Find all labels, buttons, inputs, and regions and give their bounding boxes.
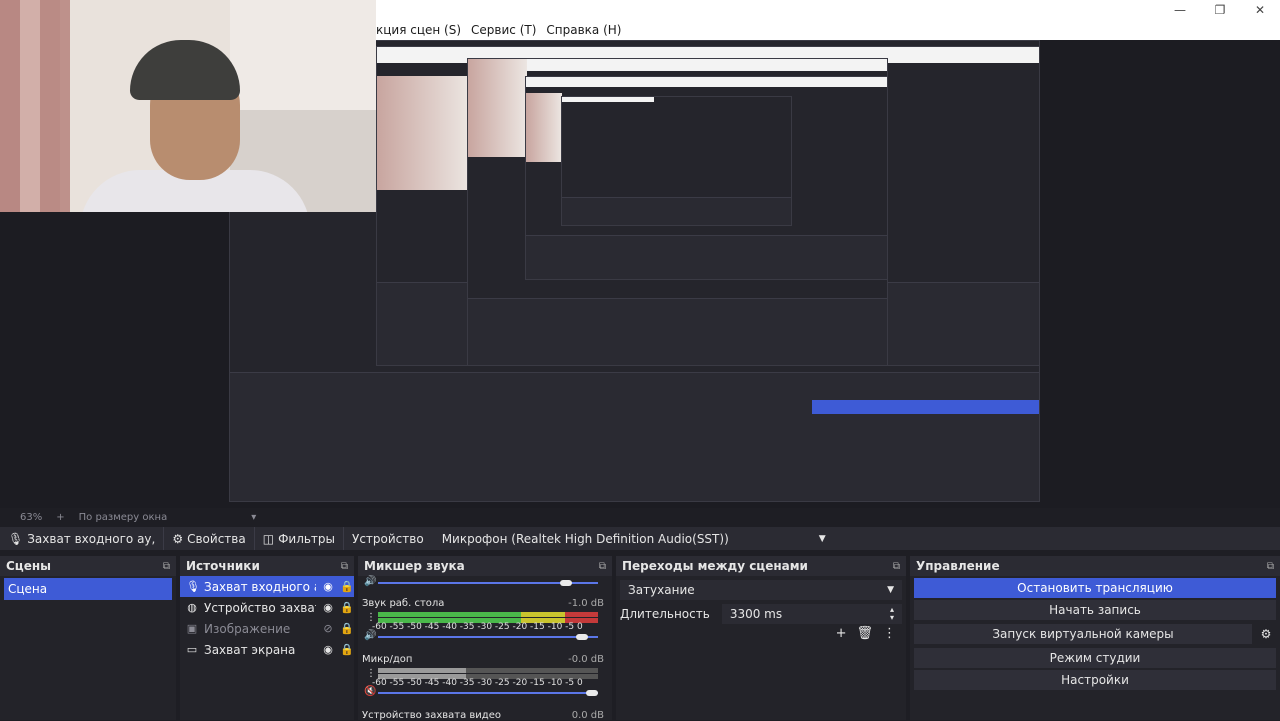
image-icon: ▣ (186, 622, 198, 635)
controls-dock: Управление ⧉ Остановить трансляцию Начат… (910, 556, 1280, 720)
speaker-icon[interactable]: 🔊 (364, 576, 376, 587)
virtual-camera-row: Запуск виртуальной камеры ⚙ (910, 622, 1280, 646)
level-meter (378, 668, 598, 673)
audio-mixer-dock: Микшер звука ⧉ 🔊 Звук раб. стола -1.0 dB… (358, 556, 612, 721)
spin-arrows-icon[interactable]: ▴ ▾ (890, 606, 894, 622)
duration-row: Длительность 3300 ms ▴ ▾ (620, 604, 902, 624)
fit-mode-select[interactable]: По размеру окна (79, 512, 168, 523)
transitions-dock: Переходы между сценами ⧉ Затухание ▼ Дли… (616, 556, 906, 720)
scenes-dock: Сцены ⧉ Сцена (0, 556, 176, 720)
properties-button[interactable]: ⚙ Свойства (163, 527, 253, 550)
zoom-plus-button[interactable]: + (56, 512, 64, 523)
mixer-track: Звук раб. стола -1.0 dB (362, 598, 604, 609)
menu-bar: кция сцен (S) Сервис (Т) Справка (Н) (376, 20, 1280, 40)
lock-icon[interactable]: 🔒 (340, 643, 354, 656)
source-item[interactable]: 🎙 Захват входного ауд ◉ 🔒 (180, 576, 354, 597)
level-meter (378, 612, 598, 617)
stop-streaming-button[interactable]: Остановить трансляцию (914, 578, 1276, 598)
filter-icon: ◫ (262, 531, 275, 546)
menu-item-scene-collection[interactable]: кция сцен (S) (376, 23, 461, 37)
camera-icon: ◍ (187, 601, 197, 614)
settings-button[interactable]: Настройки (914, 670, 1276, 690)
volume-slider[interactable] (378, 692, 598, 694)
source-item[interactable]: ◍ Устройство захвата в ◉ 🔒 (180, 597, 354, 618)
gear-icon[interactable]: ⚙ (1256, 627, 1276, 641)
webcam-overlay (0, 0, 376, 212)
trash-icon[interactable]: 🗑 (856, 626, 873, 641)
chevron-down-icon: ▼ (887, 585, 894, 595)
lock-icon[interactable]: 🔒 (340, 601, 354, 614)
eye-icon[interactable]: ◉ (322, 601, 334, 614)
transition-select[interactable]: Затухание ▼ (620, 580, 902, 600)
preview-status-bar: 63% + По размеру окна ▾ (0, 508, 1280, 526)
volume-slider[interactable] (378, 636, 598, 638)
menu-item-help[interactable]: Справка (Н) (546, 23, 621, 37)
mic-icon: 🎙 (186, 580, 200, 593)
mixer-track: Микр/доп -0.0 dB (362, 654, 604, 665)
undock-icon[interactable]: ⧉ (163, 561, 170, 572)
monitor-icon: ▭ (186, 643, 198, 656)
undock-icon[interactable]: ⧉ (599, 561, 606, 572)
zoom-level: 63% (20, 511, 43, 523)
scene-item[interactable]: Сцена (4, 578, 172, 600)
lock-icon[interactable]: 🔒 (340, 580, 354, 593)
filters-button[interactable]: ◫ Фильтры (253, 527, 343, 550)
chevron-down-icon[interactable]: ▾ (251, 512, 256, 523)
source-item[interactable]: ▣ Изображение ⊘ 🔒 (180, 618, 354, 639)
volume-knob[interactable] (560, 580, 572, 586)
meter-scale: -60 -55 -50 -45 -40 -35 -30 -25 -20 -15 … (372, 678, 583, 688)
source-item[interactable]: ▭ Захват экрана ◉ 🔒 (180, 639, 354, 660)
add-icon[interactable]: + (836, 626, 847, 641)
volume-knob[interactable] (576, 634, 588, 640)
source-toolbar: 🎙 Захват входного ау, ⚙ Свойства ◫ Фильт… (0, 527, 1280, 550)
selected-source: 🎙 Захват входного ау, (8, 531, 156, 546)
controls-title: Управление ⧉ (910, 556, 1280, 576)
start-recording-button[interactable]: Начать запись (914, 600, 1276, 620)
eye-icon[interactable]: ◉ (322, 580, 334, 593)
menu-dots-icon[interactable]: ⋮ (883, 626, 896, 641)
mute-icon[interactable]: 🔇 (364, 686, 376, 697)
nested-preview-5 (561, 96, 792, 226)
mixer-track: Устройство захвата видео 0.0 dB (362, 710, 604, 721)
close-button[interactable]: ✕ (1240, 0, 1280, 20)
start-virtual-camera-button[interactable]: Запуск виртуальной камеры (914, 624, 1252, 644)
maximize-button[interactable]: ❐ (1200, 0, 1240, 20)
lock-icon[interactable]: 🔒 (340, 622, 354, 635)
mic-icon: 🎙 (8, 531, 24, 546)
device-select[interactable]: Микрофон (Realtek High Definition Audio(… (435, 528, 832, 549)
transition-actions: + 🗑 ⋮ (836, 626, 896, 641)
duration-spinbox[interactable]: 3300 ms ▴ ▾ (721, 604, 902, 624)
device-label: Устройство (343, 527, 432, 550)
eye-hidden-icon[interactable]: ⊘ (322, 622, 334, 635)
studio-mode-button[interactable]: Режим студии (914, 648, 1276, 668)
undock-icon[interactable]: ⧉ (1267, 561, 1274, 572)
menu-item-tools[interactable]: Сервис (Т) (471, 23, 536, 37)
transitions-title: Переходы между сценами ⧉ (616, 556, 906, 576)
scenes-title: Сцены ⧉ (0, 556, 176, 576)
sources-dock: Источники ⧉ 🎙 Захват входного ауд ◉ 🔒 ◍ … (180, 556, 354, 720)
mixer-title: Микшер звука ⧉ (358, 556, 612, 576)
undock-icon[interactable]: ⧉ (893, 561, 900, 572)
undock-icon[interactable]: ⧉ (341, 561, 348, 572)
volume-knob[interactable] (586, 690, 598, 696)
sources-title: Источники ⧉ (180, 556, 354, 576)
minimize-button[interactable]: — (1160, 0, 1200, 20)
eye-icon[interactable]: ◉ (322, 643, 334, 656)
chevron-down-icon: ▼ (818, 533, 826, 544)
meter-scale: -60 -55 -50 -45 -40 -35 -30 -25 -20 -15 … (372, 622, 583, 632)
gear-icon: ⚙ (172, 531, 184, 546)
speaker-icon[interactable]: 🔊 (364, 630, 376, 641)
